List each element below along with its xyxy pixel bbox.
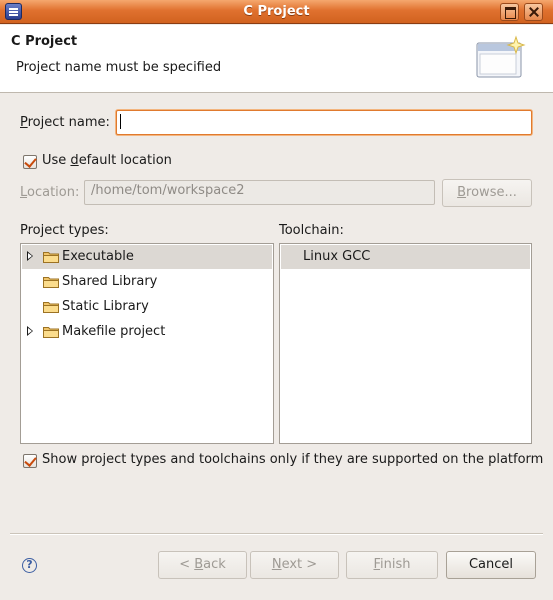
expand-arrow-icon[interactable] xyxy=(27,251,33,261)
folder-icon xyxy=(43,327,59,338)
wizard-banner-icon xyxy=(476,35,526,78)
list-item-label: Static Library xyxy=(62,299,149,314)
toolchain-list[interactable]: Linux GCC xyxy=(279,243,532,444)
location-input[interactable]: /home/tom/workspace2 xyxy=(84,180,435,205)
list-item[interactable]: Executable xyxy=(22,245,272,269)
list-item-label: Executable xyxy=(62,249,134,264)
list-item[interactable]: Makefile project xyxy=(22,320,272,344)
close-button[interactable] xyxy=(524,3,543,21)
footer-separator xyxy=(10,533,543,535)
show-supported-only-checkbox[interactable] xyxy=(23,454,37,468)
list-item-label: Linux GCC xyxy=(303,249,371,264)
finish-button[interactable]: Finish xyxy=(346,551,438,579)
help-icon[interactable]: ? xyxy=(22,558,37,573)
wizard-message: Project name must be specified xyxy=(16,60,222,75)
folder-icon xyxy=(43,302,59,313)
project-name-label: Project name: xyxy=(20,115,110,130)
next-button[interactable]: Next > xyxy=(250,551,339,579)
location-label: Location: xyxy=(20,185,80,200)
list-item-label: Shared Library xyxy=(62,274,158,289)
folder-icon xyxy=(43,252,59,263)
list-item[interactable]: Linux GCC xyxy=(281,245,530,269)
folder-icon xyxy=(43,277,59,288)
use-default-location-checkbox[interactable] xyxy=(23,155,37,169)
project-types-list[interactable]: Executable Shared Library Static Library… xyxy=(20,243,274,444)
project-types-label: Project types: xyxy=(20,223,109,238)
window-title: C Project xyxy=(243,4,310,19)
expand-arrow-icon[interactable] xyxy=(27,326,33,336)
show-supported-only-label[interactable]: Show project types and toolchains only i… xyxy=(42,452,543,467)
list-item[interactable]: Static Library xyxy=(22,295,272,319)
browse-button[interactable]: Browse... xyxy=(442,179,532,207)
title-bar: C Project xyxy=(0,0,553,24)
text-caret xyxy=(120,114,121,129)
maximize-button[interactable] xyxy=(500,3,519,21)
wizard-header: C Project Project name must be specified xyxy=(0,25,553,93)
cancel-button[interactable]: Cancel xyxy=(446,551,536,579)
use-default-location-label[interactable]: Use default location xyxy=(42,153,172,168)
toolchain-label: Toolchain: xyxy=(279,223,344,238)
list-item[interactable]: Shared Library xyxy=(22,270,272,294)
list-item-label: Makefile project xyxy=(62,324,166,339)
wizard-title: C Project xyxy=(11,34,78,49)
back-button[interactable]: < Back xyxy=(158,551,247,579)
project-name-input[interactable] xyxy=(116,110,532,135)
